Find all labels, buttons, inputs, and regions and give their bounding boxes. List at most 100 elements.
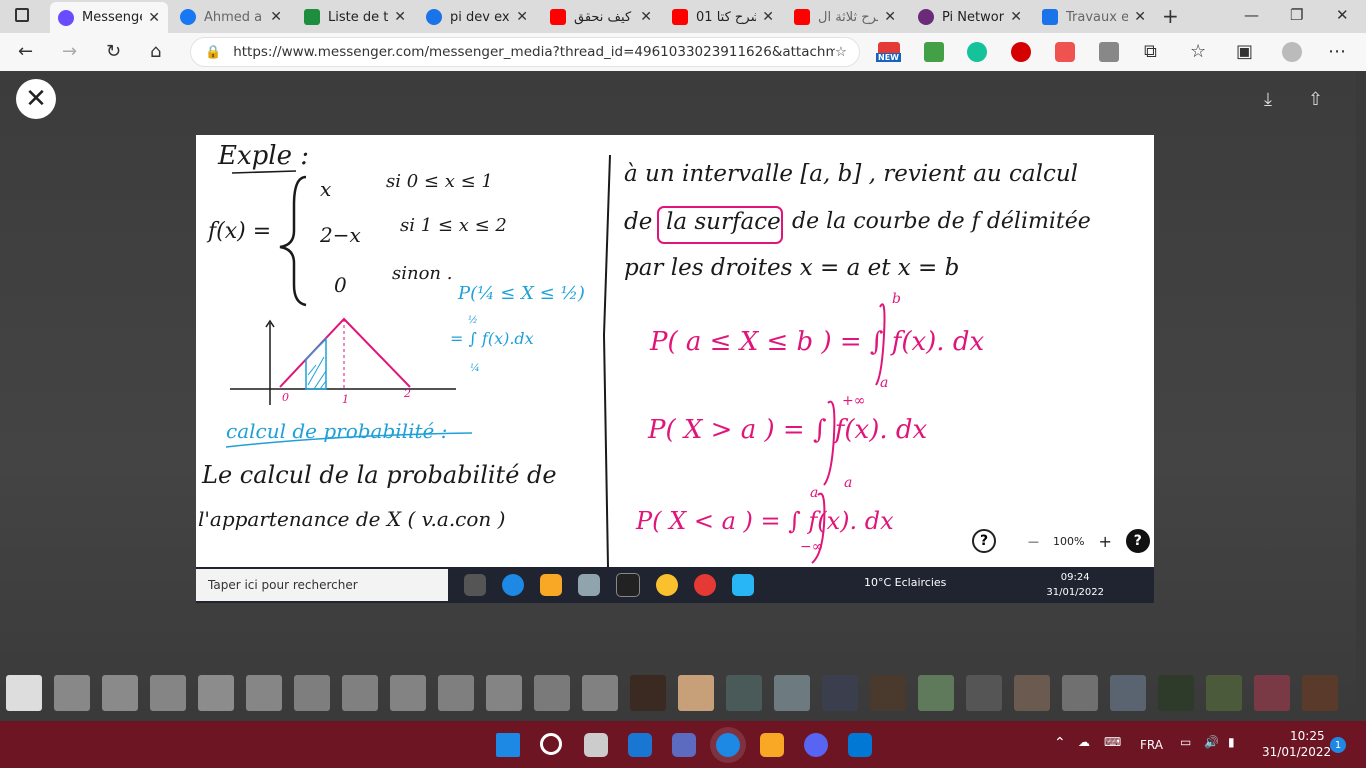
chevron-up-icon[interactable]: ⌃ [1054, 735, 1066, 751]
refresh-button[interactable]: ↻ [106, 41, 121, 62]
keyboard-icon[interactable]: ⌨ [1104, 735, 1121, 749]
onedrive-icon[interactable]: ☁ [1078, 735, 1090, 749]
thumbnail[interactable] [390, 675, 426, 711]
tab-youtube-3[interactable]: شرح ثلاثة ال ✕ [786, 3, 904, 31]
extension-icon[interactable] [924, 42, 944, 62]
thumbnail[interactable] [582, 675, 618, 711]
taskbar-time[interactable]: 10:25 [1290, 729, 1325, 743]
close-tab-icon[interactable]: ✕ [1134, 9, 1146, 25]
thumbnail[interactable] [198, 675, 234, 711]
lock-icon[interactable]: 🔒 [205, 45, 221, 60]
help-icon[interactable]: ? [972, 529, 996, 553]
thumbnail[interactable] [630, 675, 666, 711]
thumbnail[interactable] [966, 675, 1002, 711]
profile-avatar[interactable] [1282, 42, 1302, 62]
widgets-icon[interactable] [628, 733, 652, 757]
thumbnail[interactable] [534, 675, 570, 711]
teams-chat-icon[interactable] [672, 733, 696, 757]
thumbnail[interactable] [54, 675, 90, 711]
thumbnail[interactable] [822, 675, 858, 711]
close-tab-icon[interactable]: ✕ [270, 9, 282, 25]
tab-facebook[interactable]: Ahmed a é ✕ [172, 3, 290, 31]
tab-sheets[interactable]: Liste de tâ ✕ [296, 3, 414, 31]
thumbnail[interactable] [1254, 675, 1290, 711]
case1-condition: si 0 ≤ x ≤ 1 [386, 171, 493, 192]
tab-pi-network[interactable]: Pi Network ✕ [910, 3, 1030, 31]
close-tab-icon[interactable]: ✕ [762, 9, 774, 25]
thumbnail[interactable] [6, 675, 42, 711]
thumbnail[interactable] [102, 675, 138, 711]
windows-start-icon[interactable] [496, 733, 520, 757]
tab-actions-icon[interactable] [15, 8, 29, 22]
battery-icon[interactable]: ▮ [1228, 735, 1235, 749]
forward-button[interactable]: → [62, 41, 77, 62]
address-bar[interactable]: 🔒 https://www.messenger.com/messenger_me… [190, 37, 860, 67]
zoom-in-button[interactable]: + [1098, 532, 1111, 551]
task-view-icon[interactable] [584, 733, 608, 757]
thumbnail[interactable] [438, 675, 474, 711]
thumbnail[interactable] [1014, 675, 1050, 711]
thumbnail[interactable] [1158, 675, 1194, 711]
url-text[interactable]: https://www.messenger.com/messenger_medi… [233, 44, 835, 60]
thumbnail[interactable] [774, 675, 810, 711]
close-tab-icon[interactable]: ✕ [516, 9, 528, 25]
help-dark-icon[interactable]: ? [1125, 529, 1150, 553]
discord-icon[interactable] [804, 733, 828, 757]
thumbnail[interactable] [294, 675, 330, 711]
more-menu-icon[interactable]: ⋯ [1328, 41, 1346, 62]
thumbnail[interactable] [342, 675, 378, 711]
home-button[interactable]: ⌂ [150, 41, 161, 62]
edge-icon[interactable] [716, 733, 740, 757]
thumbnail[interactable] [726, 675, 762, 711]
search-icon[interactable] [540, 733, 562, 755]
zoom-out-button[interactable]: — [1028, 535, 1039, 548]
display-icon[interactable]: ▭ [1180, 735, 1191, 749]
download-icon[interactable]: ⤓ [1264, 89, 1272, 110]
copy-extension-icon[interactable] [1099, 42, 1119, 62]
classroom-icon [1042, 9, 1058, 25]
language-indicator[interactable]: FRA [1140, 738, 1163, 752]
close-tab-icon[interactable]: ✕ [640, 9, 652, 25]
tab-travaux[interactable]: Travaux et ✕ [1034, 3, 1154, 31]
grammarly-icon[interactable] [967, 42, 987, 62]
tab-messenger[interactable]: Messenger ✕ [50, 2, 168, 33]
close-tab-icon[interactable]: ✕ [1010, 9, 1022, 25]
thumbnail[interactable] [870, 675, 906, 711]
thumbnail[interactable] [678, 675, 714, 711]
share-icon[interactable]: ⇧ [1308, 89, 1323, 110]
taskbar-date[interactable]: 31/01/2022 [1262, 745, 1331, 759]
thumbnail[interactable] [1110, 675, 1146, 711]
opera-icon[interactable] [1011, 42, 1031, 62]
minimize-button[interactable]: — [1244, 6, 1259, 24]
add-favorite-icon[interactable]: ☆ [835, 44, 847, 60]
thumbnail[interactable] [1062, 675, 1098, 711]
favorites-icon[interactable]: ☆ [1190, 41, 1206, 62]
extensions-icon[interactable]: ⧉ [1144, 41, 1157, 62]
thumbnail[interactable] [918, 675, 954, 711]
file-explorer-icon[interactable] [760, 733, 784, 757]
close-viewer-button[interactable]: ✕ [16, 79, 56, 119]
shield-icon[interactable] [1055, 42, 1075, 62]
back-button[interactable]: ← [18, 41, 33, 62]
close-tab-icon[interactable]: ✕ [148, 10, 160, 26]
thumbnail[interactable] [150, 675, 186, 711]
volume-icon[interactable]: 🔊 [1204, 735, 1219, 749]
thumbnail[interactable] [246, 675, 282, 711]
tab-youtube-1[interactable]: كيف نحقق ✕ [542, 3, 660, 31]
thumbnail[interactable] [1206, 675, 1242, 711]
copyright-icon [426, 9, 442, 25]
close-tab-icon[interactable]: ✕ [884, 9, 896, 25]
thumbnail[interactable] [486, 675, 522, 711]
inner-clock: 09:24 31/01/2022 [1046, 572, 1104, 598]
thumbnail[interactable] [1302, 675, 1338, 711]
collections-icon[interactable]: ▣ [1236, 41, 1253, 62]
scrollbar[interactable] [1356, 71, 1366, 721]
notification-badge[interactable]: 1 [1330, 737, 1346, 753]
vscode-icon[interactable] [848, 733, 872, 757]
close-window-button[interactable]: ✕ [1336, 6, 1349, 24]
tab-youtube-2[interactable]: 01 شرح كتا ✕ [664, 3, 782, 31]
new-tab-button[interactable]: + [1162, 4, 1179, 28]
tab-pi-dev[interactable]: pi dev exer ✕ [418, 3, 536, 31]
restore-button[interactable]: ❐ [1290, 6, 1303, 24]
close-tab-icon[interactable]: ✕ [394, 9, 406, 25]
